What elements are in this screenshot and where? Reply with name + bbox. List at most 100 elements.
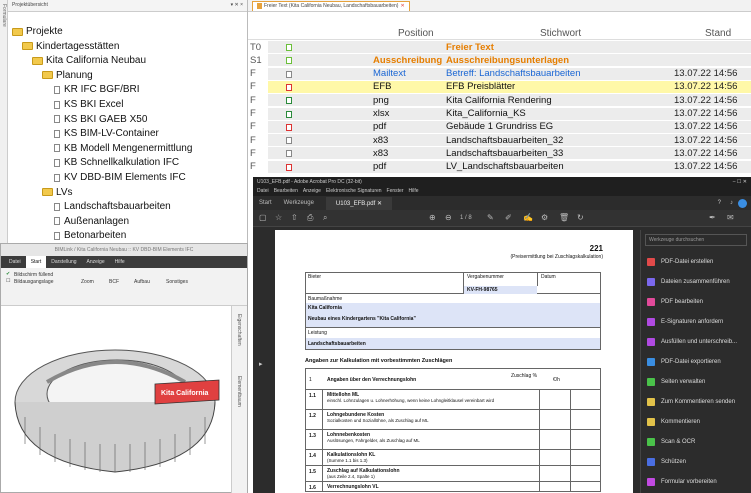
search-icon[interactable]: ⌕ xyxy=(323,213,327,223)
bcf-button[interactable]: BCF xyxy=(109,279,119,285)
window-controls[interactable]: – ☐ ✕ xyxy=(733,179,747,185)
fit-screen-button[interactable]: Bildschirm füllend xyxy=(14,272,53,278)
pdf-page[interactable]: 221 (Preisermittlung bei Zuschlagskalkul… xyxy=(275,230,633,493)
rotate-icon[interactable]: ↻ xyxy=(577,213,584,222)
menu-fenster[interactable]: Fenster xyxy=(387,188,404,195)
sonstiges-button[interactable]: Sonstiges xyxy=(166,279,188,285)
aufbau-button[interactable]: Aufbau xyxy=(134,279,150,285)
tree-item[interactable]: LVs xyxy=(42,187,73,198)
tool-item[interactable]: Dateien zusammenführen xyxy=(641,272,751,292)
comment-icon[interactable]: ✎ xyxy=(487,213,494,222)
table-row[interactable]: F Mailtext Betreff: Landschaftsbauarbeiten… xyxy=(248,67,751,80)
tree-item[interactable]: Kita California Neubau xyxy=(32,55,146,66)
page-indicator[interactable]: 1 / 8 xyxy=(460,215,472,221)
close-tab-icon[interactable]: ✕ xyxy=(377,201,382,207)
header-stichwort[interactable]: Stichwort xyxy=(540,28,581,39)
tree-item[interactable]: KS BKI Excel xyxy=(54,99,123,110)
menu-datei[interactable]: Datei xyxy=(257,188,269,195)
tree-item[interactable]: KS BIM-LV-Container xyxy=(54,128,159,139)
tool-item[interactable]: PDF-Datei erstellen xyxy=(641,252,751,272)
table-row[interactable]: Fxlsx Kita_California_KS 13.07.22 14:56 xyxy=(248,107,751,120)
menu-anzeige[interactable]: Anzeige xyxy=(303,188,321,195)
tree-item[interactable]: KV DBD-BIM Elements IFC xyxy=(54,172,186,183)
tool-icon xyxy=(647,318,655,326)
menu-hilfe[interactable]: Hilfe xyxy=(409,188,419,195)
tool-item[interactable]: Zum Kommentieren senden xyxy=(641,392,751,412)
expand-left-icon[interactable]: ▸ xyxy=(259,360,263,368)
home-view-button[interactable]: Bildausgangslage xyxy=(14,279,53,285)
tree-item[interactable]: Projekte xyxy=(12,26,63,37)
tab-document-label: U103_EFB.pdf xyxy=(335,200,376,207)
tab-werkzeuge[interactable]: Werkzeuge xyxy=(284,200,314,206)
table-row[interactable]: Fx83 Landschaftsbauarbeiten_33 13.07.22 14… xyxy=(248,147,751,160)
help-icon[interactable]: ? xyxy=(718,200,721,206)
tool-item[interactable]: Kommentieren xyxy=(641,412,751,432)
left-strip-label[interactable]: Formulare xyxy=(1,4,7,27)
side-tab-elementbaum[interactable]: Elementbaum xyxy=(236,376,242,407)
mail-icon[interactable]: ✉ xyxy=(727,213,734,222)
tree-item[interactable]: Kindertagesstätten xyxy=(22,41,119,52)
table-row[interactable]: Fpng Kita California Rendering 13.07.22 14… xyxy=(248,94,751,107)
document-icon xyxy=(54,158,60,167)
highlight-icon[interactable]: ✍ xyxy=(523,213,533,222)
tab-start[interactable]: Start xyxy=(259,200,272,206)
document-icon xyxy=(54,129,60,138)
tree-item[interactable]: Außenanlagen xyxy=(54,216,129,227)
tree-item[interactable]: KR IFC BGF/BRI xyxy=(54,84,140,95)
tool-item[interactable]: Formular vorbereiten xyxy=(641,472,751,492)
side-tab-eigenschaften[interactable]: Eigenschaften xyxy=(236,314,242,346)
zoom-button[interactable]: Zoom xyxy=(81,279,94,285)
tree-item[interactable]: KB Schnellkalkulation IFC xyxy=(54,157,179,168)
header-stand[interactable]: Stand xyxy=(705,28,731,39)
section-title: Angaben zur Kalkulation mit vorbestimmte… xyxy=(305,358,453,364)
table-row[interactable]: Fpdf Gebäude 1 Grundriss EG 13.07.22 14:56 xyxy=(248,120,751,133)
tool-item[interactable]: Ausfüllen und unterschreib... xyxy=(641,332,751,352)
delete-icon[interactable]: 🗑 xyxy=(559,213,569,222)
table-row[interactable]: Fpdf LV_Landschaftsbauarbeiten 13.07.22 14… xyxy=(248,160,751,173)
folder-icon xyxy=(22,42,33,51)
baumassnahme-field[interactable] xyxy=(306,303,600,327)
bell-icon[interactable]: ♪ xyxy=(730,200,733,206)
tool-item[interactable]: E-Signaturen anfordern xyxy=(641,312,751,332)
tab-document[interactable]: U103_EFB.pdf ✕ xyxy=(325,196,392,210)
building-3d-model[interactable] xyxy=(5,322,229,487)
page-icon[interactable]: ▢ xyxy=(259,213,267,222)
avatar[interactable] xyxy=(738,198,747,208)
table-row[interactable]: Fx83 Landschaftsbauarbeiten_32 13.07.22 14… xyxy=(248,134,751,147)
tool-item[interactable]: PDF bearbeiten xyxy=(641,292,751,312)
tree-item[interactable]: KS BKI GAEB X50 xyxy=(54,114,147,125)
page-down-icon[interactable]: ⊖ xyxy=(445,213,452,222)
menu-signaturen[interactable]: Elektronische Signaturen xyxy=(326,188,382,195)
tool-item[interactable]: Schützen xyxy=(641,452,751,472)
print-icon[interactable]: ⎙ xyxy=(307,213,313,223)
star-icon[interactable]: ☆ xyxy=(275,213,282,222)
table-row[interactable]: S1 Ausschreibung Ausschreibungsunterlagen xyxy=(248,54,751,67)
table-row[interactable]: F EFB EFB Preisblätter 13.07.22 14:56 xyxy=(248,80,751,93)
menu-bearbeiten[interactable]: Bearbeiten xyxy=(274,188,298,195)
tree-item[interactable]: Planung xyxy=(42,70,93,81)
header-position[interactable]: Position xyxy=(398,28,434,39)
viewer-tab-hilfe[interactable]: Hilfe xyxy=(110,259,130,265)
tab-freier-text[interactable]: Freier Text (Kita California Neubau, Lan… xyxy=(252,0,410,11)
page-up-icon[interactable]: ⊕ xyxy=(429,213,436,222)
tool-icon xyxy=(647,278,655,286)
divider xyxy=(539,466,540,481)
tools-search-input[interactable]: Werkzeuge durchsuchen xyxy=(645,234,747,246)
table-row[interactable]: T0 Freier Text xyxy=(248,41,751,53)
tree-item[interactable]: Landschaftsbauarbeiten xyxy=(54,201,171,212)
tool-item[interactable]: Scan & OCR xyxy=(641,432,751,452)
pen-icon[interactable]: ✐ xyxy=(505,213,512,222)
tree-item[interactable]: KB Modell Mengenermittlung xyxy=(54,143,192,154)
sign-icon[interactable]: ✒ xyxy=(709,213,716,222)
project-panel-controls[interactable]: ▾ ✕ × xyxy=(231,2,243,9)
stamp-icon[interactable]: ⚙ xyxy=(541,213,548,222)
tool-item[interactable]: Seiten verwalten xyxy=(641,372,751,392)
close-icon[interactable]: ✕ xyxy=(400,3,404,9)
tool-item[interactable]: PDF-Datei exportieren xyxy=(641,352,751,372)
viewer-tab-start[interactable]: Start xyxy=(25,256,47,268)
viewer-tab-datei[interactable]: Datei xyxy=(4,259,26,265)
viewer-tab-anzeige[interactable]: Anzeige xyxy=(82,259,110,265)
viewer-tab-darstellung[interactable]: Darstellung xyxy=(46,259,81,265)
upload-icon[interactable]: ⇧ xyxy=(291,213,298,222)
tree-item[interactable]: Betonarbeiten xyxy=(54,230,126,241)
